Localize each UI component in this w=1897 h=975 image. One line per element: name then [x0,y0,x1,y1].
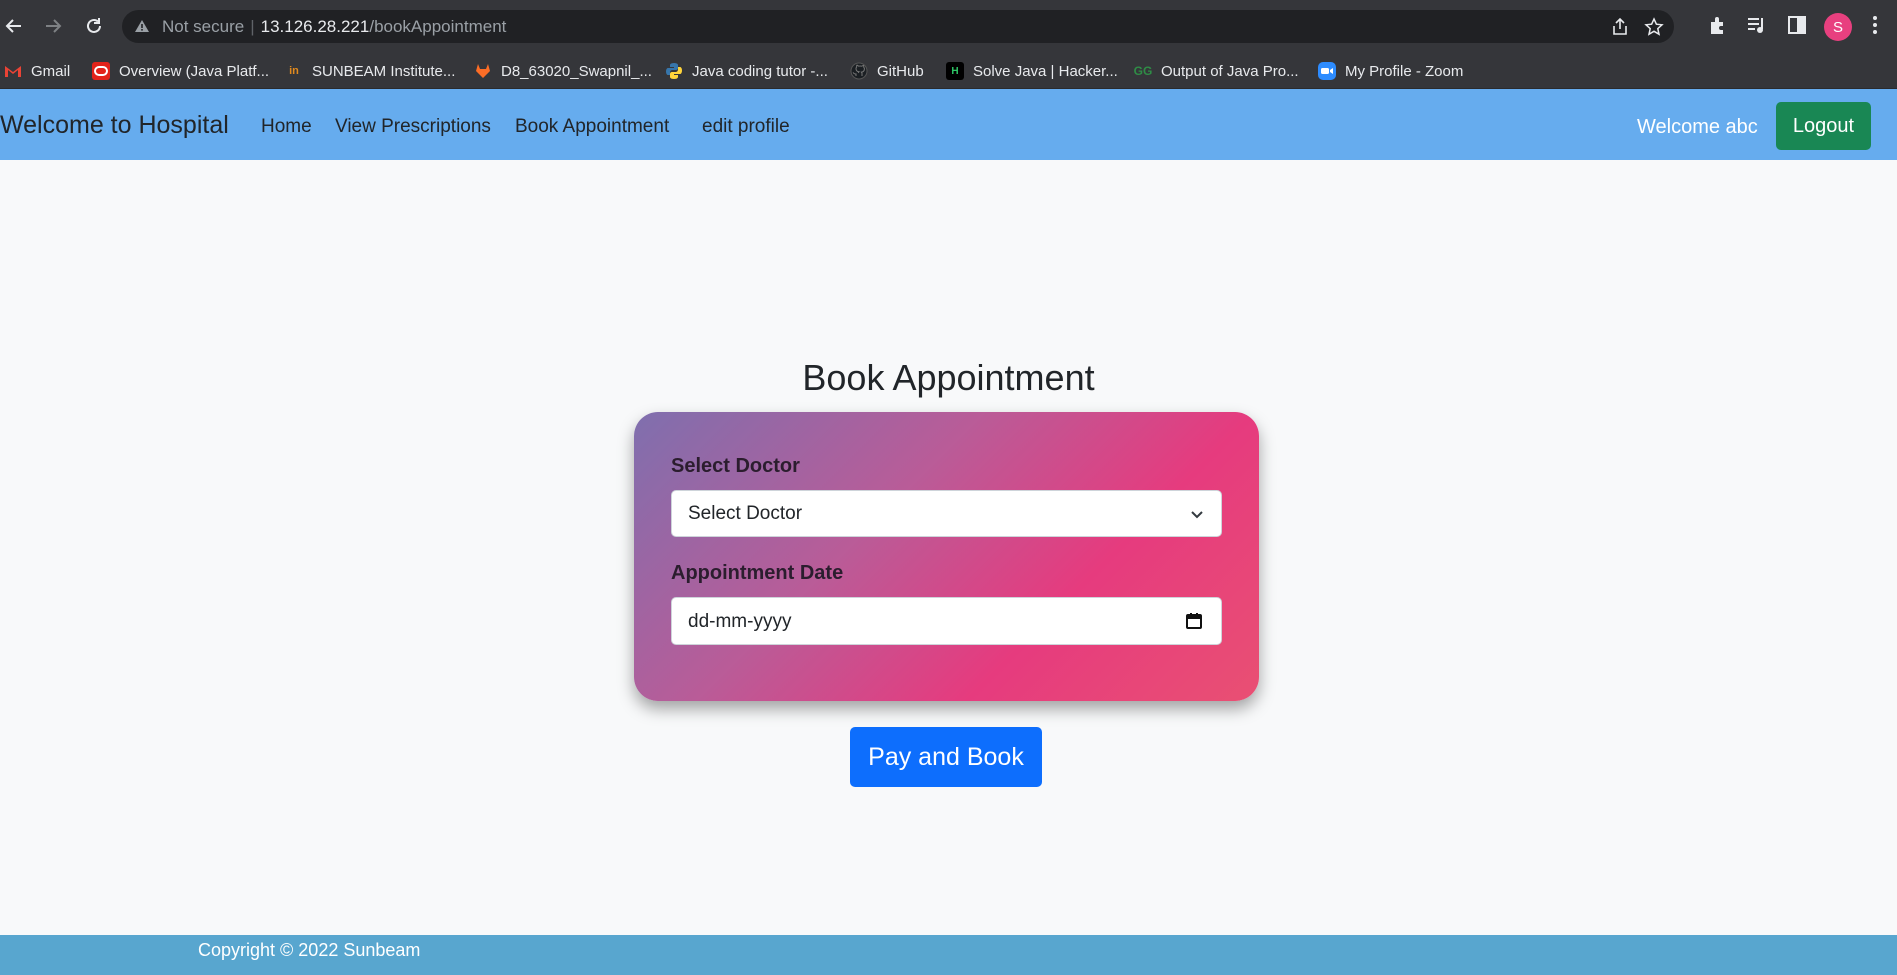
bookmark-zoom[interactable]: My Profile - Zoom [1318,60,1463,82]
gitlab-icon [474,62,492,80]
address-bar[interactable]: Not secure | 13.126.28.221/bookAppointment [122,10,1674,43]
doctor-label: Select Doctor [671,455,800,477]
bookmark-label: Java coding tutor -... [692,62,828,80]
copyright-text: Copyright © 2022 Sunbeam [198,940,421,960]
security-label: Not secure [162,17,245,36]
url-host: 13.126.28.221 [260,17,370,36]
back-icon[interactable] [0,12,28,40]
chevron-down-icon [1189,506,1205,527]
share-icon[interactable] [1610,17,1630,42]
bookmark-label: Output of Java Pro... [1161,62,1299,80]
url-text: Not secure | 13.126.28.221/bookAppointment [162,17,507,36]
calendar-icon[interactable] [1185,612,1203,635]
welcome-user-text: Welcome abc [1637,116,1758,138]
bookmark-gmail[interactable]: Gmail [4,60,70,82]
reload-icon[interactable] [80,12,108,40]
bookmark-label: SUNBEAM Institute... [312,62,456,80]
oracle-icon [92,62,110,80]
browser-toolbar: Not secure | 13.126.28.221/bookAppointment… [0,0,1897,52]
bookmarks-bar: Gmail Overview (Java Platf... in SUNBEAM… [0,52,1897,89]
forward-icon[interactable] [39,12,67,40]
doctor-select[interactable]: Select Doctor [671,490,1222,537]
bookmark-gitlab[interactable]: D8_63020_Swapnil_... [474,60,652,82]
bookmark-label: GitHub [877,62,924,80]
nav-link-edit-profile[interactable]: edit profile [702,116,790,138]
media-queue-icon[interactable] [1746,14,1768,41]
bookmark-label: D8_63020_Swapnil_... [501,62,652,80]
gmail-icon [4,62,22,80]
url-path: /bookAppointment [369,17,507,36]
profile-avatar[interactable]: S [1824,13,1852,41]
navbar-brand[interactable]: Welcome to Hospital [0,111,229,140]
date-placeholder: dd-mm-yyyy [688,611,792,632]
bookmark-label: Gmail [31,62,71,80]
python-icon [665,62,683,80]
warning-icon [134,18,150,39]
bookmark-github[interactable]: GitHub [850,60,924,82]
bookmark-oracle[interactable]: Overview (Java Platf... [92,60,269,82]
sunbeam-icon: in [289,65,299,77]
bookmark-java-tutor[interactable]: Java coding tutor -... [665,60,828,82]
bookmark-label: Overview (Java Platf... [119,62,270,80]
logout-button[interactable]: Logout [1776,102,1871,150]
page-footer: Copyright © 2022 Sunbeam [0,935,1897,975]
appointment-form-card: Select Doctor Select Doctor Appointment … [634,412,1259,701]
date-label: Appointment Date [671,562,844,584]
extensions-icon[interactable] [1707,14,1729,41]
bookmark-label: My Profile - Zoom [1345,62,1464,80]
appointment-date-input[interactable]: dd-mm-yyyy [671,597,1222,645]
zoom-icon [1318,62,1336,80]
nav-link-book-appointment[interactable]: Book Appointment [515,116,669,138]
pay-and-book-button[interactable]: Pay and Book [850,727,1042,787]
nav-link-view-prescriptions[interactable]: View Prescriptions [335,116,491,138]
doctor-select-value: Select Doctor [688,503,803,524]
bookmark-star-icon[interactable] [1644,17,1664,42]
bookmark-sunbeam[interactable]: in SUNBEAM Institute... [285,60,455,82]
menu-kebab-icon[interactable] [1870,14,1880,41]
bookmark-label: Solve Java | Hacker... [973,62,1118,80]
bookmark-hackerrank[interactable]: H Solve Java | Hacker... [946,60,1118,82]
geeksforgeeks-icon: GG [1133,64,1153,78]
side-panel-icon[interactable] [1786,14,1808,41]
app-navbar: Welcome to Hospital Home View Prescripti… [0,89,1897,160]
bookmark-gfg[interactable]: GG Output of Java Pro... [1134,60,1299,82]
github-icon [850,62,868,80]
page-title: Book Appointment [802,357,1095,398]
hackerrank-icon: H [946,62,964,80]
nav-link-home[interactable]: Home [261,116,312,138]
